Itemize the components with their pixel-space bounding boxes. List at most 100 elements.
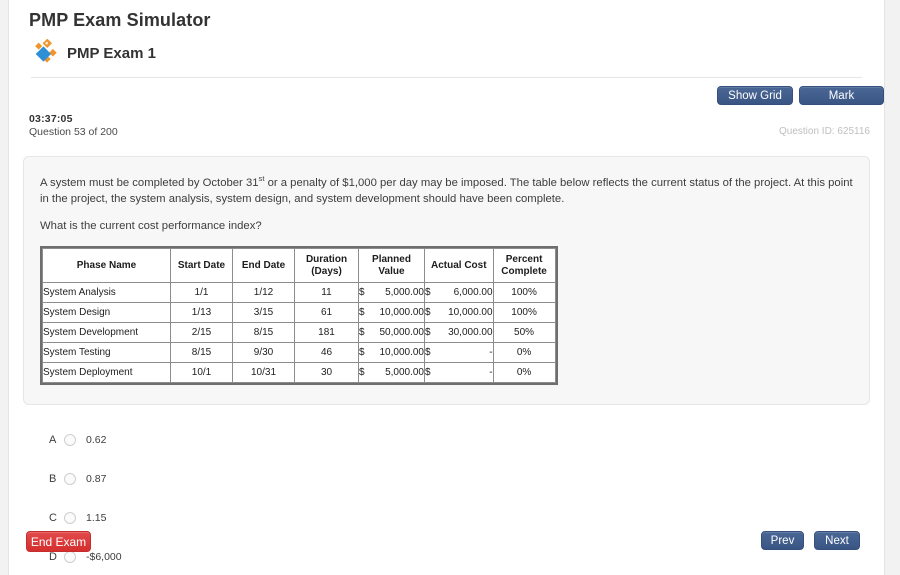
column-header-percent-complete-line1: Percent xyxy=(505,253,543,265)
cell-actual-cost: $ - xyxy=(424,362,494,384)
planned-value-currency: $ xyxy=(359,367,365,379)
column-header-planned-value: Planned Value xyxy=(358,248,425,284)
column-header-start-date-line1: Start Date xyxy=(177,259,226,271)
question-stem: A system must be completed by October 31… xyxy=(40,173,853,208)
column-header-percent-complete: Percent Complete xyxy=(492,248,556,284)
question-stem-part1: A system must be completed by October 31 xyxy=(40,176,259,189)
table-row: System Testing 8/15 9/30 46 $10,000.00 $ -0% xyxy=(42,342,556,364)
actual-cost-amount: - xyxy=(489,347,493,359)
header: PMP Exam Simulator PMP Exam 1 xyxy=(9,0,884,78)
planned-value-amount: 10,000.00 xyxy=(379,307,425,319)
planned-value-currency: $ xyxy=(359,307,365,319)
actual-cost-amount: - xyxy=(489,367,493,379)
cell-phase-name: System Development xyxy=(42,322,171,344)
answer-radio[interactable] xyxy=(64,434,76,447)
diamond-logo-icon xyxy=(32,38,60,67)
mark-button[interactable]: Mark xyxy=(799,86,884,105)
cell-actual-cost: $10,000.00 xyxy=(424,302,494,324)
table-header: Phase Name Start Date End Date Duration … xyxy=(42,248,556,284)
column-header-start-date: Start Date xyxy=(170,248,233,284)
planned-value-amount: 5,000.00 xyxy=(385,287,424,299)
question-counter: Question 53 of 200 xyxy=(29,126,118,138)
cell-start-date: 2/15 xyxy=(170,322,233,344)
cell-end-date: 3/15 xyxy=(232,302,295,324)
cell-end-date: 8/15 xyxy=(232,322,295,344)
prev-button[interactable]: Prev xyxy=(761,531,804,550)
answer-option-c[interactable]: C 1.15 xyxy=(49,505,884,531)
exam-title-row: PMP Exam 1 xyxy=(32,38,864,67)
cell-end-date: 10/31 xyxy=(232,362,295,384)
cell-planned-value: $5,000.00 xyxy=(358,282,425,304)
answer-text: 0.62 xyxy=(86,434,107,447)
column-header-actual-cost-line1: Actual Cost xyxy=(431,259,487,271)
planned-value-amount: 10,000.00 xyxy=(379,347,425,359)
answer-text: 1.15 xyxy=(86,512,107,525)
cell-start-date: 10/1 xyxy=(170,362,233,384)
column-header-duration-line1: Duration xyxy=(305,253,348,265)
cell-start-date: 1/1 xyxy=(170,282,233,304)
cell-phase-name: System Design xyxy=(42,302,171,324)
project-status-table: Phase Name Start Date End Date Duration … xyxy=(42,248,556,384)
cell-percent-complete: 50% xyxy=(492,322,556,344)
end-exam-button[interactable]: End Exam xyxy=(26,531,91,552)
question-id: Question ID: 625116 xyxy=(779,126,870,137)
table-header-row: Phase Name Start Date End Date Duration … xyxy=(42,248,556,284)
actual-cost-currency: $ xyxy=(425,347,431,359)
answer-radio[interactable] xyxy=(64,473,76,486)
column-header-actual-cost: Actual Cost xyxy=(424,248,494,284)
page-root: PMP Exam Simulator PMP Exam 1 Show Grid … xyxy=(0,0,900,575)
table-row: System Design 1/13 3/15 61 $10,000.00 $10,000… xyxy=(42,302,556,324)
show-grid-button[interactable]: Show Grid xyxy=(717,86,793,105)
column-header-end-date: End Date xyxy=(232,248,295,284)
answer-radio[interactable] xyxy=(64,512,76,525)
actual-cost-currency: $ xyxy=(425,327,431,339)
planned-value-currency: $ xyxy=(359,327,365,339)
column-header-phase-name-line1: Phase Name xyxy=(76,259,137,271)
footer: End Exam Prev Next xyxy=(9,531,884,553)
exam-title: PMP Exam 1 xyxy=(67,44,156,62)
cell-end-date: 1/12 xyxy=(232,282,295,304)
column-header-duration: Duration (Days) xyxy=(294,248,359,284)
answer-option-a[interactable]: A 0.62 xyxy=(49,427,884,453)
cell-percent-complete: 100% xyxy=(492,282,556,304)
table-row: System Development 2/15 8/15 181 $50,000.00 $… xyxy=(42,322,556,344)
actual-cost-amount: 6,000.00 xyxy=(453,287,493,299)
answer-letter: D xyxy=(49,551,57,564)
column-header-duration-line2: (Days) xyxy=(311,265,342,277)
planned-value-currency: $ xyxy=(359,287,365,299)
cell-duration: 181 xyxy=(294,322,359,344)
cell-end-date: 9/30 xyxy=(232,342,295,364)
answer-text: -$6,000 xyxy=(86,551,122,564)
exam-timer: 03:37:05 xyxy=(29,113,73,125)
table-row: System Analysis 1/1 1/12 11 $5,000.00 $6,000.… xyxy=(42,282,556,304)
answer-radio[interactable] xyxy=(64,551,76,564)
answer-text: 0.87 xyxy=(86,473,107,486)
cell-percent-complete: 0% xyxy=(492,342,556,364)
page-title: PMP Exam Simulator xyxy=(29,10,211,30)
planned-value-amount: 50,000.00 xyxy=(379,327,425,339)
planned-value-amount: 5,000.00 xyxy=(385,367,424,379)
next-button[interactable]: Next xyxy=(814,531,860,550)
planned-value-currency: $ xyxy=(359,347,365,359)
cell-actual-cost: $ - xyxy=(424,342,494,364)
exam-content-area: PMP Exam Simulator PMP Exam 1 Show Grid … xyxy=(8,0,885,575)
answer-letter: C xyxy=(49,512,57,525)
actual-cost-amount: 30,000.00 xyxy=(448,327,493,339)
question-panel: A system must be completed by October 31… xyxy=(23,156,870,406)
cell-start-date: 1/13 xyxy=(170,302,233,324)
cell-planned-value: $50,000.00 xyxy=(358,322,425,344)
cell-phase-name: System Deployment xyxy=(42,362,171,384)
column-header-percent-complete-line2: Complete xyxy=(501,265,547,277)
cell-duration: 30 xyxy=(294,362,359,384)
cell-actual-cost: $6,000.00 xyxy=(424,282,494,304)
cell-start-date: 8/15 xyxy=(170,342,233,364)
cell-planned-value: $10,000.00 xyxy=(358,342,425,364)
cell-actual-cost: $30,000.00 xyxy=(424,322,494,344)
answer-letter: B xyxy=(49,473,57,486)
cell-phase-name: System Analysis xyxy=(42,282,171,304)
cell-duration: 11 xyxy=(294,282,359,304)
actual-cost-currency: $ xyxy=(425,307,431,319)
table-row: System Deployment 10/1 10/31 30 $5,000.00 $ -0… xyxy=(42,362,556,384)
cell-percent-complete: 0% xyxy=(492,362,556,384)
answer-option-b[interactable]: B 0.87 xyxy=(49,466,884,492)
